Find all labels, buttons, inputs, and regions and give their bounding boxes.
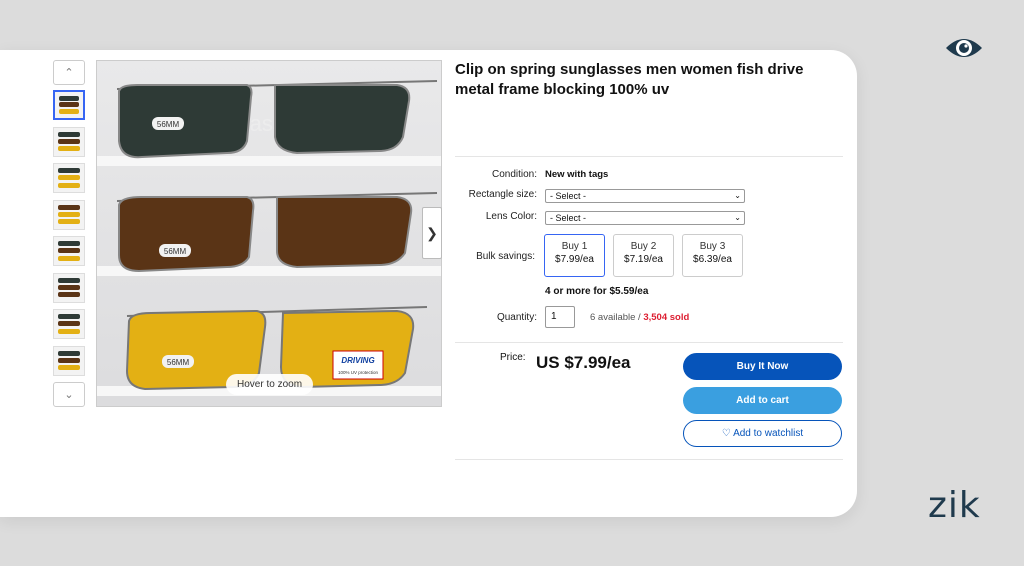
lens-color-select[interactable]: - Select - ⌄ [545, 211, 745, 225]
lens-size-label: 56MM [157, 120, 180, 129]
rectangle-size-value: - Select - [550, 191, 587, 201]
condition-value: New with tags [545, 169, 609, 180]
bulk-option-2[interactable]: Buy 2 $7.19/ea [613, 234, 674, 277]
bulk-option-price: $6.39/ea [693, 254, 732, 265]
thumbnail-item[interactable] [53, 90, 85, 120]
quantity-label: Quantity: [496, 312, 537, 323]
chevron-right-icon[interactable]: ❯ [422, 207, 442, 259]
condition-label: Condition: [491, 169, 537, 180]
sold-count: 3,504 sold [643, 312, 690, 323]
bulk-option-1[interactable]: Buy 1 $7.99/ea [544, 234, 605, 277]
thumbnail-item[interactable] [53, 272, 85, 303]
lens-color-value: - Select - [550, 213, 587, 223]
zik-logo: zik [928, 485, 981, 526]
add-to-cart-button[interactable]: Add to cart [683, 387, 842, 414]
thumbnail-item[interactable] [53, 126, 85, 157]
rectangle-size-label: Rectangle size: [468, 189, 537, 200]
thumbnail-strip: ⌃ ⌄ [53, 60, 85, 407]
main-product-image[interactable]: sunglasses 56MM 56MM 56MM DRIVING 100% U… [96, 60, 442, 407]
bulk-savings-label: Bulk savings: [476, 251, 535, 262]
thumbnail-item[interactable] [53, 199, 85, 230]
lens-size-label: 56MM [164, 247, 187, 256]
availability-text: 6 available / 3,504 sold [590, 312, 689, 323]
bulk-option-title: Buy 3 [699, 241, 726, 252]
thumbnail-item[interactable] [53, 236, 85, 266]
lens-size-label: 56MM [167, 358, 190, 367]
brand-label: DRIVING [341, 356, 374, 365]
chevron-up-icon[interactable]: ⌃ [53, 60, 85, 85]
hover-to-zoom-hint: Hover to zoom [226, 374, 314, 395]
available-count: 6 available / [590, 312, 644, 323]
divider [455, 156, 843, 157]
chevron-down-icon: ⌄ [734, 191, 741, 200]
bulk-option-3[interactable]: Buy 3 $6.39/ea [682, 234, 743, 277]
bulk-option-title: Buy 1 [561, 241, 588, 252]
thumbnail-item[interactable] [53, 345, 85, 376]
quantity-input[interactable]: 1 [545, 306, 575, 328]
price-label: Price: [500, 352, 526, 363]
price-value: US $7.99/ea [536, 353, 631, 372]
rectangle-size-select[interactable]: - Select - ⌄ [545, 189, 745, 203]
bulk-option-title: Buy 2 [630, 241, 657, 252]
chevron-down-icon: ⌄ [734, 213, 741, 222]
add-to-watchlist-button[interactable]: ♡ Add to watchlist [683, 420, 842, 447]
eye-icon [946, 39, 982, 57]
chevron-down-icon[interactable]: ⌄ [53, 382, 85, 407]
brand-sublabel: 100% UV protection [338, 370, 379, 375]
bulk-option-price: $7.99/ea [555, 254, 594, 265]
lens-color-label: Lens Color: [485, 211, 537, 222]
thumbnail-item[interactable] [53, 163, 85, 193]
bulk-option-price: $7.19/ea [624, 254, 663, 265]
divider [455, 459, 843, 460]
bulk-more-text: 4 or more for $5.59/ea [545, 286, 649, 297]
divider [455, 342, 843, 343]
thumbnail-item[interactable] [53, 309, 85, 339]
buy-it-now-button[interactable]: Buy It Now [683, 353, 842, 380]
product-title: Clip on spring sunglasses men women fish… [455, 61, 804, 98]
